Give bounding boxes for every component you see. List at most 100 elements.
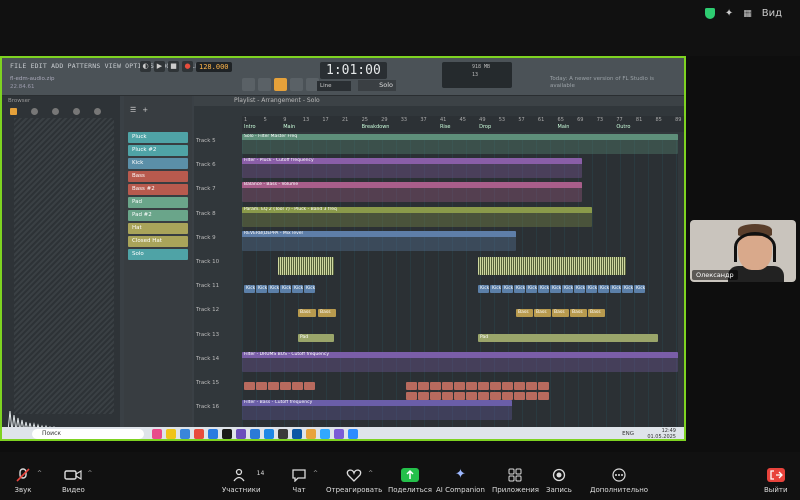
pattern-clip[interactable]	[442, 392, 453, 400]
pattern-clip[interactable]: Bass	[588, 309, 605, 318]
automation-clip[interactable]: Filter - DRUMS BUS - Cutoff frequency	[242, 351, 678, 372]
pattern-clip[interactable]: Kick	[256, 285, 267, 294]
folder-icon[interactable]	[166, 429, 176, 439]
pattern-clip[interactable]	[538, 392, 549, 400]
pattern-clip[interactable]	[466, 382, 477, 390]
track-label[interactable]: Track 12	[196, 307, 219, 313]
track-label[interactable]: Track 8	[196, 211, 216, 217]
timeline-marker[interactable]: Main	[283, 124, 295, 130]
channel-pad-2[interactable]: Pad #2	[128, 210, 188, 221]
record-button[interactable]: Запись	[546, 468, 572, 494]
timeline-marker[interactable]: Drop	[479, 124, 491, 130]
pattern-clip[interactable]: Kick	[304, 285, 315, 294]
grid-icon[interactable]: ▦	[743, 9, 752, 19]
pattern-clip[interactable]: Bass	[534, 309, 551, 318]
news-panel[interactable]: Today: A newer version of FL Studio is a…	[550, 76, 660, 90]
pattern-clip[interactable]: Kick	[526, 285, 537, 294]
pattern-clip[interactable]: Kick	[538, 285, 549, 294]
pattern-clip[interactable]: Pad	[298, 333, 334, 342]
track-label[interactable]: Track 14	[196, 356, 219, 362]
browser-star-icon[interactable]	[94, 107, 101, 115]
timeline-marker[interactable]: Breakdown	[362, 124, 390, 130]
pattern-clip[interactable]: Kick	[502, 285, 513, 294]
pattern-clip[interactable]: Kick	[598, 285, 609, 294]
app-icon[interactable]	[180, 429, 190, 439]
pattern-clip[interactable]: Kick	[562, 285, 573, 294]
track-label[interactable]: Track 5	[196, 138, 216, 144]
pattern-clip[interactable]: Kick	[244, 285, 255, 294]
channel-closed-hat[interactable]: Closed Hat	[128, 236, 188, 247]
app-icon[interactable]	[278, 429, 288, 439]
zoom-icon[interactable]	[348, 429, 358, 439]
pattern-clip[interactable]	[430, 382, 441, 390]
automation-clip[interactable]: Param. EQ 2 (Tool 7) - Pluck - Band 3 fr…	[242, 206, 592, 227]
pattern-clip[interactable]	[442, 382, 453, 390]
ai-companion-button[interactable]: ✦ AI Companion	[436, 468, 485, 495]
sparkle-icon[interactable]: ✦	[725, 8, 733, 19]
pattern-select[interactable]: Solo	[358, 80, 396, 91]
track-label[interactable]: Track 6	[196, 162, 216, 168]
taskbar-search[interactable]: Поиск	[32, 429, 144, 439]
channel-bass-2[interactable]: Bass #2	[128, 184, 188, 195]
language-indicator[interactable]: ENG	[622, 431, 634, 437]
arrangement-lanes[interactable]: Solo - Filter Master Freq Filter - Pluck …	[242, 134, 678, 434]
pattern-clip[interactable]: Kick	[574, 285, 585, 294]
tempo-display[interactable]: 128.000	[196, 61, 232, 72]
stop-icon[interactable]: ■	[168, 61, 179, 72]
pattern-clip[interactable]: Kick	[268, 285, 279, 294]
pattern-clip[interactable]: Bass	[298, 309, 316, 318]
timeline-marker[interactable]: Intro	[244, 124, 256, 130]
track-label[interactable]: Track 7	[196, 186, 216, 192]
channel-bass[interactable]: Bass	[128, 171, 188, 182]
photoshop-icon[interactable]	[320, 429, 330, 439]
browser-tab-icon[interactable]	[73, 107, 80, 115]
fl-studio-icon[interactable]	[306, 429, 316, 439]
pattern-clip[interactable]	[466, 392, 477, 400]
channel-solo[interactable]: Solo	[128, 249, 188, 260]
track-label[interactable]: Track 10	[196, 259, 219, 265]
pattern-clip[interactable]	[268, 382, 279, 390]
track-label[interactable]: Track 15	[196, 380, 219, 386]
track-label[interactable]: Track 9	[196, 235, 216, 241]
chrome-icon[interactable]	[194, 429, 204, 439]
timeline-ruler[interactable]: 1 5 9 13 17 21 25 29 33 37 41 45 49 53 57 61 65 69 73 77 81 8…	[242, 116, 684, 132]
pattern-clip[interactable]: Kick	[586, 285, 597, 294]
video-button[interactable]: ^ Видео	[62, 468, 92, 494]
pattern-clip[interactable]	[454, 382, 465, 390]
app-icon[interactable]	[152, 429, 162, 439]
viber-icon[interactable]	[236, 429, 246, 439]
pattern-clip[interactable]	[490, 382, 501, 390]
pattern-clip[interactable]	[526, 382, 537, 390]
channel-kick[interactable]: Kick	[128, 158, 188, 169]
pattern-clip[interactable]: Bass	[318, 309, 336, 318]
chat-button[interactable]: ^ Чат	[290, 468, 318, 494]
share-button[interactable]: Поделиться	[388, 468, 432, 494]
track-label[interactable]: Track 11	[196, 283, 219, 289]
pattern-clip[interactable]: Kick	[478, 285, 489, 294]
automation-clip[interactable]: REVERB(DEPPA - Mix level	[242, 230, 516, 251]
tool-icon[interactable]	[258, 78, 271, 91]
system-clock[interactable]: 12:49 01.05.2025	[647, 428, 676, 439]
word-icon[interactable]	[250, 429, 260, 439]
channel-pluck-2[interactable]: Pluck #2	[128, 145, 188, 156]
pattern-clip[interactable]: Bass	[570, 309, 587, 318]
track-label[interactable]: Track 13	[196, 332, 219, 338]
rack-add-icon[interactable]: +	[142, 106, 148, 114]
pattern-clip[interactable]	[430, 392, 441, 400]
pattern-clip[interactable]: Bass	[516, 309, 533, 318]
app-icon[interactable]	[334, 429, 344, 439]
pattern-clip[interactable]: Kick	[292, 285, 303, 294]
mute-button[interactable]: ^ Звук	[14, 468, 42, 494]
draw-tool-icon[interactable]	[274, 78, 287, 91]
timeline-marker[interactable]: Outro	[616, 124, 630, 130]
apps-button[interactable]: Приложения	[492, 468, 539, 494]
pattern-clip[interactable]	[280, 382, 291, 390]
pattern-clip[interactable]	[406, 392, 417, 400]
pattern-clip[interactable]: Bass	[552, 309, 569, 318]
pattern-clip[interactable]	[502, 382, 513, 390]
pattern-clip[interactable]	[514, 392, 525, 400]
play-icon[interactable]: ▶	[154, 61, 165, 72]
pattern-clip[interactable]	[418, 382, 429, 390]
pattern-clip[interactable]: Kick	[634, 285, 645, 294]
pattern-clip[interactable]	[256, 382, 267, 390]
